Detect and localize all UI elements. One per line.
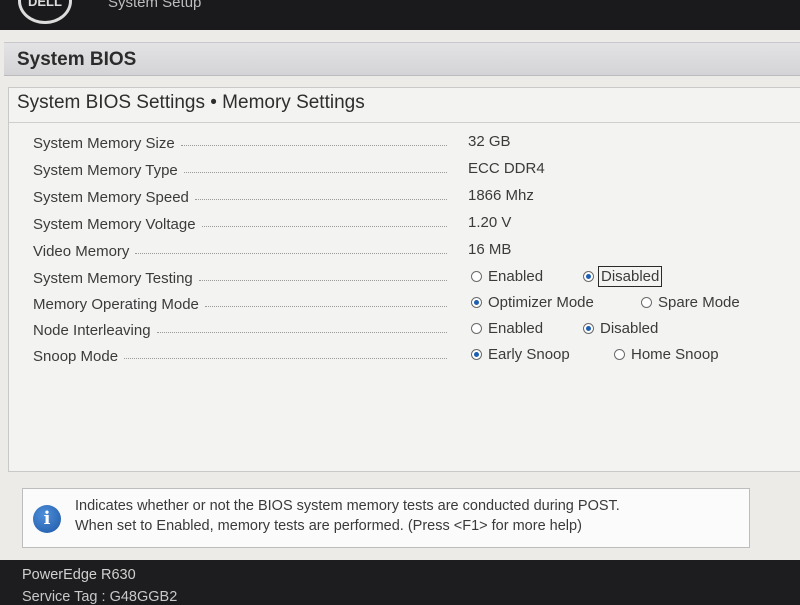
section-divider	[9, 122, 800, 123]
node-interleaving-enabled-radio[interactable]: Enabled	[471, 320, 543, 337]
top-header: DELL System Setup	[0, 0, 800, 30]
dot-leader	[135, 252, 447, 254]
dot-leader	[198, 279, 447, 281]
setting-label: System Memory Speed	[33, 188, 189, 206]
system-model: PowerEdge R630	[22, 567, 136, 583]
main-title-bar: System BIOS	[4, 42, 800, 76]
setting-row-video-memory: Video Memory 16 MB	[9, 239, 800, 263]
header-title: System Setup	[108, 0, 202, 11]
node-interleaving-disabled-radio[interactable]: Disabled	[583, 320, 658, 337]
setting-value: 1.20 V	[468, 214, 512, 231]
setting-row-snoop-mode: Snoop Mode Early Snoop Home Snoop	[9, 344, 800, 368]
page-title: System BIOS	[17, 49, 137, 70]
dot-leader	[194, 198, 447, 200]
setting-row-memory-voltage: System Memory Voltage 1.20 V	[9, 212, 800, 236]
radio-selected-icon	[471, 349, 482, 360]
radio-unselected-icon	[471, 323, 482, 334]
info-icon: i	[33, 505, 61, 533]
section-title: System BIOS Settings • Memory Settings	[17, 92, 365, 113]
setting-row-memory-operating-mode: Memory Operating Mode Optimizer Mode Spa…	[9, 292, 800, 316]
setting-label: System Memory Type	[33, 161, 178, 179]
radio-unselected-icon	[471, 271, 482, 282]
setting-row-memory-type: System Memory Type ECC DDR4	[9, 158, 800, 182]
setting-label: Video Memory	[33, 242, 130, 260]
main-panel: System BIOS System BIOS Settings • Memor…	[0, 30, 800, 560]
radio-selected-icon	[471, 297, 482, 308]
setting-value: 32 GB	[468, 133, 511, 150]
setting-label: Snoop Mode	[33, 347, 119, 365]
setting-label: Memory Operating Mode	[33, 295, 199, 313]
setting-row-memory-size: System Memory Size 32 GB	[9, 131, 800, 155]
spare-mode-radio[interactable]: Spare Mode	[641, 294, 740, 311]
radio-selected-icon	[583, 271, 594, 282]
dot-leader	[204, 305, 447, 307]
setting-row-node-interleaving: Node Interleaving Enabled Disabled	[9, 318, 800, 342]
service-tag: Service Tag : G48GGB2	[22, 589, 178, 605]
dot-leader	[156, 331, 447, 333]
setting-value: ECC DDR4	[468, 160, 545, 177]
dot-leader	[183, 171, 447, 173]
help-text-line-2: When set to Enabled, memory tests are pe…	[75, 518, 582, 534]
setting-row-memory-testing: System Memory Testing Enabled Disabled	[9, 266, 800, 290]
early-snoop-radio[interactable]: Early Snoop	[471, 346, 570, 363]
setting-row-memory-speed: System Memory Speed 1866 Mhz	[9, 185, 800, 209]
setting-label: System Memory Testing	[33, 269, 193, 287]
radio-unselected-icon	[614, 349, 625, 360]
optimizer-mode-radio[interactable]: Optimizer Mode	[471, 294, 594, 311]
help-text-line-1: Indicates whether or not the BIOS system…	[75, 498, 620, 514]
help-box: i Indicates whether or not the BIOS syst…	[22, 488, 750, 548]
setting-label: System Memory Voltage	[33, 215, 196, 233]
radio-selected-icon	[583, 323, 594, 334]
memory-settings-section: System BIOS Settings • Memory Settings S…	[8, 87, 800, 472]
setting-value: 1866 Mhz	[468, 187, 534, 204]
dot-leader	[124, 357, 447, 359]
dell-logo-text: DELL	[28, 0, 62, 9]
setting-label: System Memory Size	[33, 134, 175, 152]
radio-unselected-icon	[641, 297, 652, 308]
setting-label: Node Interleaving	[33, 321, 151, 339]
footer-bar: PowerEdge R630 Service Tag : G48GGB2	[0, 560, 800, 605]
setting-value: 16 MB	[468, 241, 512, 258]
home-snoop-radio[interactable]: Home Snoop	[614, 346, 719, 363]
dot-leader	[180, 144, 447, 146]
memory-testing-disabled-radio[interactable]: Disabled	[583, 266, 663, 287]
dot-leader	[201, 225, 447, 227]
memory-testing-enabled-radio[interactable]: Enabled	[471, 268, 543, 285]
